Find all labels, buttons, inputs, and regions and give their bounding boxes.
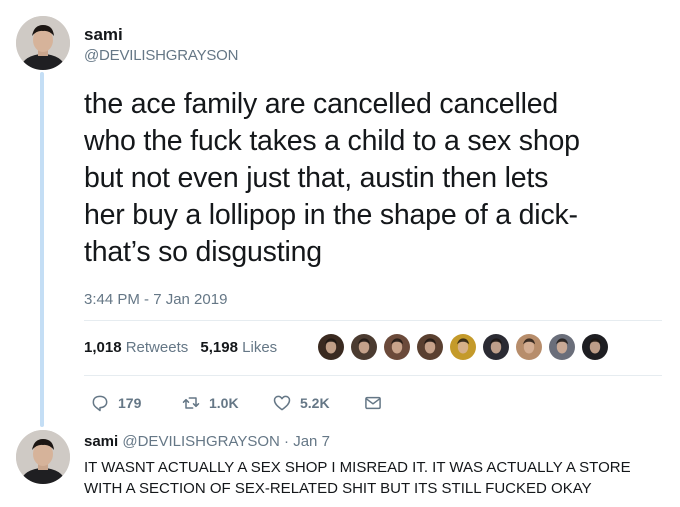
reply-display-name[interactable]: sami <box>84 433 118 450</box>
liker-avatar[interactable] <box>481 332 511 362</box>
tweet-text-line: the ace family are cancelled cancelled <box>84 88 559 120</box>
separator-dot: · <box>284 433 290 450</box>
retweet-label: Retweets <box>125 339 189 356</box>
direct-message-button[interactable] <box>363 392 383 414</box>
tweet-text: the ace family are cancelled cancelled w… <box>84 86 674 271</box>
reply-handle[interactable]: @DEVILISHGRAYSON <box>122 433 280 450</box>
reply-text: IT WASNT ACTUALLY A SEX SHOP I MISREAD I… <box>84 457 674 499</box>
retweet-action-count: 1.0K <box>209 395 239 411</box>
liker-avatar[interactable] <box>514 332 544 362</box>
avatar[interactable] <box>16 430 70 484</box>
reply-date[interactable]: Jan 7 <box>293 433 330 450</box>
reply-count: 179 <box>118 395 142 411</box>
tweet-text-line: but not even just that, austin then lets <box>84 162 549 194</box>
likes-stat[interactable]: 5,198 Likes <box>200 339 277 356</box>
like-action-count: 5.2K <box>300 395 330 411</box>
divider <box>84 320 662 321</box>
reply-icon <box>92 395 108 412</box>
avatar[interactable] <box>16 16 70 70</box>
user-handle[interactable]: @DEVILISHGRAYSON <box>84 47 238 64</box>
profile-photo-icon <box>16 16 70 70</box>
liker-avatar[interactable] <box>448 332 478 362</box>
envelope-icon <box>365 396 381 410</box>
like-label: Likes <box>242 339 278 356</box>
profile-photo-icon <box>16 430 70 484</box>
reply-text-line: WITH A SECTION OF SEX-RELATED SHIT BUT I… <box>84 480 592 497</box>
display-name[interactable]: sami <box>84 25 123 45</box>
retweets-stat[interactable]: 1,018 Retweets <box>84 339 188 356</box>
liker-avatar[interactable] <box>316 332 346 362</box>
retweet-icon <box>182 397 200 409</box>
tweet-timestamp[interactable]: 3:44 PM - 7 Jan 2019 <box>84 291 227 308</box>
liker-avatar[interactable] <box>349 332 379 362</box>
like-count: 5,198 <box>200 339 238 356</box>
reply-button[interactable]: 179 <box>90 392 141 414</box>
divider <box>84 375 662 376</box>
tweet-text-line: her buy a lollipop in the shape of a dic… <box>84 199 578 231</box>
liker-avatar[interactable] <box>580 332 610 362</box>
retweet-button[interactable]: 1.0K <box>181 392 239 414</box>
liker-avatar[interactable] <box>547 332 577 362</box>
engagement-stats: 1,018 Retweets 5,198 Likes <box>84 339 277 356</box>
like-button[interactable]: 5.2K <box>272 392 330 414</box>
tweet-text-line: that’s so disgusting <box>84 236 322 268</box>
liker-avatar[interactable] <box>415 332 445 362</box>
liker-avatar[interactable] <box>382 332 412 362</box>
reply-header: sami @DEVILISHGRAYSON · Jan 7 <box>84 433 330 450</box>
tweet-text-line: who the fuck takes a child to a sex shop <box>84 125 580 157</box>
retweet-count: 1,018 <box>84 339 122 356</box>
reply-text-line: IT WASNT ACTUALLY A SEX SHOP I MISREAD I… <box>84 459 631 476</box>
thread-connector-line <box>40 72 44 427</box>
heart-icon <box>273 395 291 411</box>
